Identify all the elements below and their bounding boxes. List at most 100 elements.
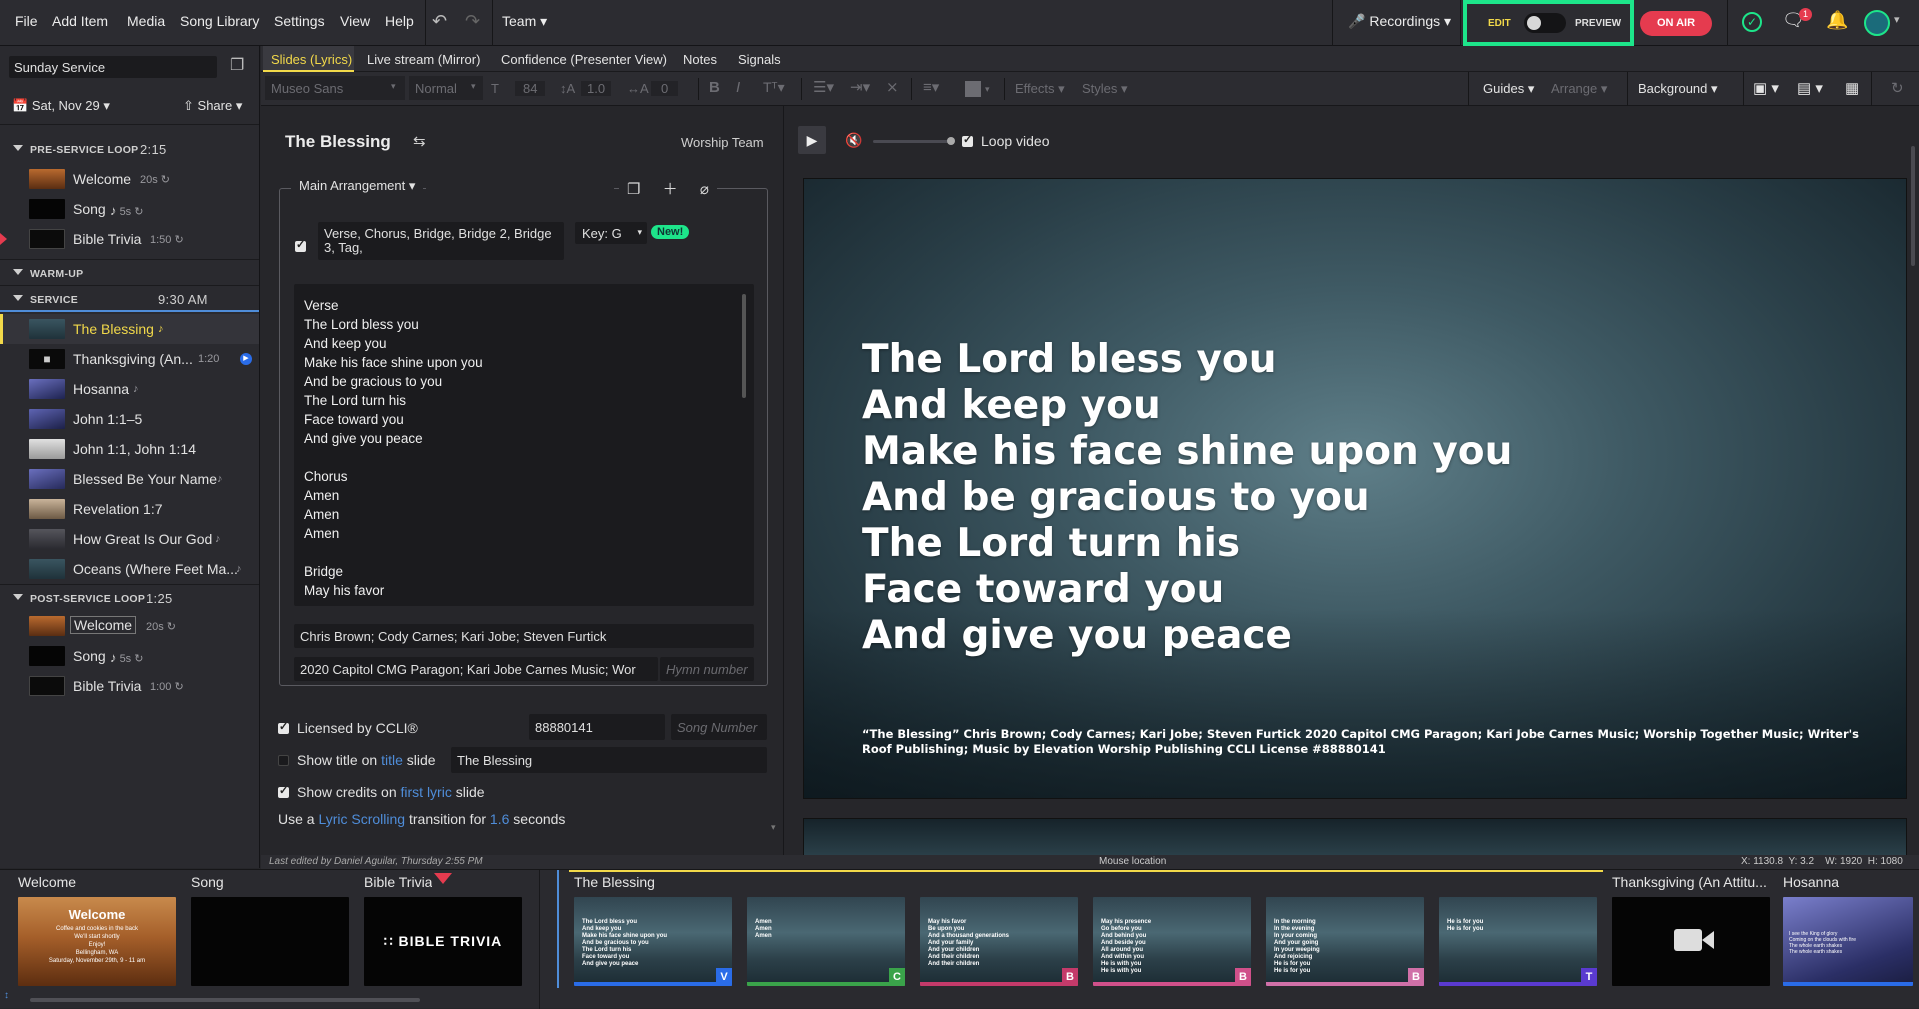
- line-height-input[interactable]: 1.0: [581, 81, 612, 96]
- share-dropdown[interactable]: ⇧ Share ▾: [183, 98, 242, 114]
- swap-icon[interactable]: ⇆: [413, 132, 426, 150]
- text-case-icon[interactable]: Tᵀ▾: [763, 79, 785, 96]
- grid-icon[interactable]: ▦: [1845, 79, 1859, 97]
- section-header-pre-service[interactable]: PRE-SERVICE LOOP 2:15: [0, 136, 259, 162]
- slide-canvas[interactable]: The Lord bless you And keep you Make his…: [803, 178, 1907, 799]
- text-box-icon[interactable]: ▣ ▾: [1753, 79, 1779, 97]
- arrange-dropdown[interactable]: Arrange ▾: [1551, 81, 1607, 97]
- filmstrip-item[interactable]: Thanksgiving (An Attitu...: [1608, 870, 1774, 1009]
- list-item[interactable]: Oceans (Where Feet Ma... ♪: [0, 554, 259, 584]
- transition-seconds-link[interactable]: 1.6: [490, 811, 509, 827]
- slide-lyrics[interactable]: The Lord bless you And keep you Make his…: [862, 337, 1512, 659]
- copy-icon[interactable]: ❐: [627, 181, 640, 198]
- mute-icon[interactable]: 🔇: [845, 132, 862, 149]
- list-item-active[interactable]: The Blessing ♪: [0, 314, 259, 344]
- redo-icon[interactable]: ↷: [465, 11, 480, 32]
- effects-dropdown[interactable]: Effects ▾: [1015, 81, 1065, 97]
- next-slide-canvas[interactable]: [803, 818, 1907, 855]
- lyrics-editor[interactable]: Verse The Lord bless you And keep you Ma…: [294, 284, 754, 606]
- background-dropdown[interactable]: Background ▾: [1638, 81, 1718, 97]
- bold-icon[interactable]: B: [709, 79, 720, 96]
- list-item[interactable]: Welcome 20s ↻: [0, 164, 259, 194]
- list-item[interactable]: How Great Is Our God ♪: [0, 524, 259, 554]
- chevron-down-icon[interactable]: ▾: [1894, 13, 1900, 26]
- list-item[interactable]: Bible Trivia 1:00 ↻: [0, 671, 259, 701]
- reset-icon[interactable]: ↻: [1891, 79, 1904, 97]
- filmstrip-slide[interactable]: He is for you He is for you T: [1439, 870, 1599, 1009]
- service-name-field[interactable]: Sunday Service: [9, 56, 217, 78]
- filmstrip-item[interactable]: Song: [186, 870, 352, 1009]
- filmstrip-slide[interactable]: May his favor Be upon you And a thousand…: [920, 870, 1080, 1009]
- filmstrip-item[interactable]: Bible Trivia ∷ BIBLE TRIVIA: [359, 870, 525, 1009]
- menu-media[interactable]: Media: [127, 13, 165, 29]
- filmstrip-scrollbar[interactable]: [30, 998, 420, 1002]
- arrangement-checkbox[interactable]: [295, 238, 306, 252]
- font-family-select[interactable]: Museo Sans ▾: [265, 76, 405, 100]
- scroll-down-icon[interactable]: ▾: [771, 822, 776, 833]
- first-lyric-link[interactable]: first lyric: [401, 784, 452, 800]
- arrangement-dropdown[interactable]: Main Arrangement ▾: [291, 178, 424, 194]
- section-header-post-service[interactable]: POST-SERVICE LOOP 1:25: [0, 584, 259, 610]
- hymn-number-field[interactable]: Hymn number: [660, 657, 754, 681]
- indent-icon[interactable]: ⇥▾: [850, 78, 870, 96]
- guides-dropdown[interactable]: Guides ▾: [1483, 81, 1534, 97]
- list-item[interactable]: Song ♪ 5s ↻: [0, 641, 259, 671]
- undo-icon[interactable]: ↶: [432, 11, 447, 32]
- preview-scrollbar[interactable]: [1911, 146, 1915, 266]
- list-item[interactable]: ■ Thanksgiving (An... 1:20 ▶: [0, 344, 259, 374]
- filmstrip-slide[interactable]: The Lord bless you And keep you Make his…: [574, 870, 734, 1009]
- lyrics-scrollbar[interactable]: [742, 294, 746, 398]
- color-swatch[interactable]: [965, 81, 981, 97]
- recordings-dropdown[interactable]: 🎤 Recordings ▾: [1348, 13, 1451, 30]
- tab-live-stream[interactable]: Live stream (Mirror): [367, 52, 480, 67]
- tab-notes[interactable]: Notes: [683, 52, 717, 67]
- font-weight-select[interactable]: Normal ▾: [409, 76, 483, 100]
- unlink-icon[interactable]: ⌀: [700, 181, 709, 198]
- styles-dropdown[interactable]: Styles ▾: [1082, 81, 1128, 97]
- list-item[interactable]: John 1:1, John 1:14: [0, 434, 259, 464]
- list-item[interactable]: Hosanna ♪: [0, 374, 259, 404]
- scroll-left-icon[interactable]: ↕: [4, 990, 9, 1001]
- italic-icon[interactable]: I: [736, 79, 740, 96]
- ccli-checkbox[interactable]: [278, 720, 289, 734]
- team-dropdown[interactable]: Team ▾: [502, 13, 547, 30]
- filmstrip-item[interactable]: Hosanna I see the King of glory Coming o…: [1779, 870, 1919, 1009]
- avatar[interactable]: [1864, 10, 1890, 36]
- add-icon[interactable]: ＋: [663, 181, 678, 198]
- section-header-service[interactable]: SERVICE 9:30 AM: [0, 285, 259, 311]
- volume-slider[interactable]: [873, 137, 955, 145]
- key-select[interactable]: Key: G ▾: [575, 222, 647, 244]
- slide-credits[interactable]: “The Blessing” Chris Brown; Cody Carnes;…: [862, 727, 1862, 757]
- letter-spacing-input[interactable]: 0: [651, 81, 679, 96]
- font-size-input[interactable]: 84: [515, 81, 546, 96]
- filmstrip-item[interactable]: Welcome Welcome Coffee and cookies in th…: [13, 870, 179, 1009]
- copyright-field[interactable]: 2020 Capitol CMG Paragon; Kari Jobe Carn…: [294, 657, 658, 681]
- menu-help[interactable]: Help: [385, 13, 414, 29]
- authors-field[interactable]: Chris Brown; Cody Carnes; Kari Jobe; Ste…: [294, 624, 754, 648]
- tab-slides-lyrics[interactable]: Slides (Lyrics): [271, 52, 352, 67]
- volume-knob[interactable]: [947, 137, 955, 145]
- align-icon[interactable]: ≡▾: [923, 78, 939, 96]
- date-dropdown[interactable]: 📅 Sat, Nov 29 ▾: [12, 98, 110, 114]
- tab-signals[interactable]: Signals: [738, 52, 781, 67]
- filmstrip-slide[interactable]: May his presence Go before you And behin…: [1093, 870, 1253, 1009]
- section-header-warm-up[interactable]: WARM-UP: [0, 259, 259, 285]
- menu-file[interactable]: File: [15, 13, 38, 29]
- edit-preview-switch[interactable]: [1524, 13, 1566, 33]
- tab-confidence[interactable]: Confidence (Presenter View): [501, 52, 667, 67]
- chevron-down-icon[interactable]: ▾: [985, 84, 990, 95]
- list-item[interactable]: Revelation 1:7: [0, 494, 259, 524]
- on-air-button[interactable]: ON AIR: [1640, 11, 1712, 36]
- list-icon[interactable]: ☰▾: [813, 78, 834, 96]
- transition-link[interactable]: Lyric Scrolling: [318, 811, 405, 827]
- list-item[interactable]: Blessed Be Your Name ♪: [0, 464, 259, 494]
- clear-format-icon[interactable]: ⨯: [886, 78, 899, 96]
- loop-video-checkbox[interactable]: [962, 133, 973, 147]
- bell-icon[interactable]: 🔔: [1826, 10, 1848, 31]
- filmstrip-slide[interactable]: In the morning In the evening In your co…: [1266, 870, 1426, 1009]
- new-window-icon[interactable]: ❐: [230, 55, 244, 75]
- list-item[interactable]: Bible Trivia 1:50 ↻: [0, 224, 259, 254]
- list-item[interactable]: Song ♪ 5s ↻: [0, 194, 259, 224]
- menu-song-library[interactable]: Song Library: [180, 13, 259, 29]
- arrangement-order-field[interactable]: Verse, Chorus, Bridge, Bridge 2, Bridge …: [318, 222, 564, 260]
